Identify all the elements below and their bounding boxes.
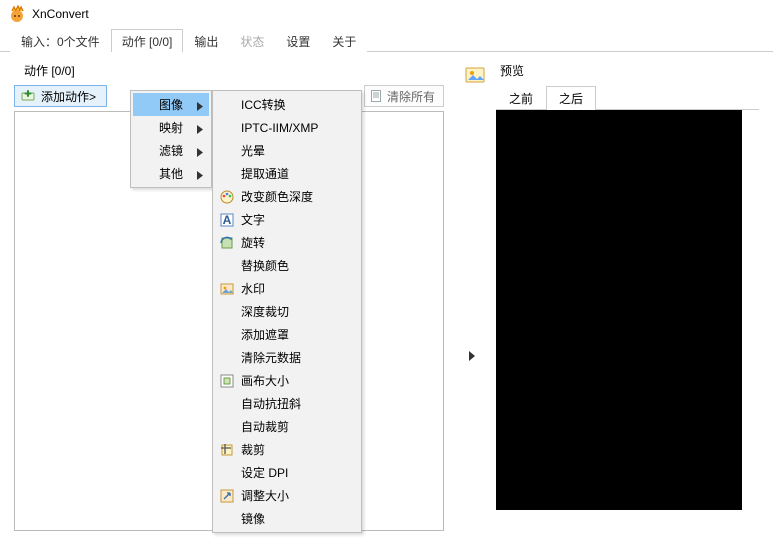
- tab-settings[interactable]: 设置: [275, 29, 321, 52]
- menu-item-label: 深度裁切: [241, 303, 289, 320]
- preview-canvas: [496, 110, 742, 510]
- chevron-right-icon: [197, 169, 203, 183]
- image-menu-item[interactable]: 改变颜色深度: [215, 185, 359, 208]
- image-menu-item[interactable]: 旋转: [215, 231, 359, 254]
- menu-item-label: 提取通道: [241, 165, 289, 182]
- image-menu-item[interactable]: 调整大小: [215, 484, 359, 507]
- image-menu-item[interactable]: 提取通道: [215, 162, 359, 185]
- svg-text:A: A: [223, 213, 232, 227]
- main-tabs: 输入：0个文件 动作 [0/0] 输出 状态 设置 关于: [0, 28, 773, 52]
- image-menu-item[interactable]: 设定 DPI: [215, 461, 359, 484]
- text-icon: A: [219, 212, 235, 228]
- menu-item-label: 自动裁剪: [241, 418, 289, 435]
- image-menu-item[interactable]: 自动裁剪: [215, 415, 359, 438]
- palette-icon: [219, 189, 235, 205]
- image-menu-item[interactable]: 光晕: [215, 139, 359, 162]
- tab-output[interactable]: 输出: [183, 29, 229, 52]
- image-submenu: ICC转换 IPTC-IIM/XMP 光晕提取通道改变颜色深度 A 文字旋转替换颜色水印…: [212, 90, 362, 533]
- menu-item-label: 旋转: [241, 234, 265, 251]
- menu-item-label: 水印: [241, 280, 265, 297]
- app-title: XnConvert: [32, 7, 89, 21]
- rotate-icon: [219, 235, 235, 251]
- menu-item-label: ICC转换: [241, 96, 286, 113]
- menu-item-label: 清除元数据: [241, 349, 301, 366]
- image-menu-item[interactable]: 清除元数据: [215, 346, 359, 369]
- menu-item-label: 文字: [241, 211, 265, 228]
- menu-item-label: 画布大小: [241, 372, 289, 389]
- menu-item-label: 改变颜色深度: [241, 188, 313, 205]
- preview-icon: [464, 64, 486, 86]
- resize-icon: [219, 488, 235, 504]
- canvas-icon: [219, 373, 235, 389]
- image-menu-item[interactable]: 替换颜色: [215, 254, 359, 277]
- menu-filter[interactable]: 滤镜: [133, 139, 209, 162]
- expand-arrow-icon[interactable]: [468, 350, 476, 365]
- watermark-icon: [219, 281, 235, 297]
- image-menu-item[interactable]: 画布大小: [215, 369, 359, 392]
- image-menu-item[interactable]: 深度裁切: [215, 300, 359, 323]
- chevron-right-icon: [197, 146, 203, 160]
- menu-item-label: 添加遮罩: [241, 326, 289, 343]
- tab-input[interactable]: 输入：0个文件: [10, 29, 111, 52]
- tab-actions[interactable]: 动作 [0/0]: [111, 29, 184, 52]
- clear-all-label: 清除所有: [387, 88, 435, 105]
- crop-icon: [219, 442, 235, 458]
- menu-item-label: 调整大小: [241, 487, 289, 504]
- image-menu-item[interactable]: 自动抗扭斜: [215, 392, 359, 415]
- add-action-button[interactable]: 添加动作>: [14, 85, 107, 107]
- image-menu-item[interactable]: 裁剪: [215, 438, 359, 461]
- chevron-right-icon: [197, 100, 203, 114]
- plus-icon: [21, 89, 35, 103]
- menu-item-label: 设定 DPI: [241, 464, 288, 481]
- image-menu-item[interactable]: IPTC-IIM/XMP: [215, 116, 359, 139]
- preview-tabs: 之前 之后: [496, 85, 759, 110]
- menu-item-label: 光晕: [241, 142, 265, 159]
- clear-all-button[interactable]: 清除所有: [364, 85, 444, 107]
- tab-before[interactable]: 之前: [496, 86, 546, 110]
- menu-mapping[interactable]: 映射: [133, 116, 209, 139]
- image-menu-item[interactable]: 镜像: [215, 507, 359, 530]
- menu-other[interactable]: 其他: [133, 162, 209, 185]
- actions-group-label: 动作 [0/0]: [24, 62, 444, 79]
- tab-after[interactable]: 之后: [546, 86, 596, 110]
- image-menu-item[interactable]: A 文字: [215, 208, 359, 231]
- add-action-label: 添加动作>: [41, 88, 96, 105]
- add-action-menu: 图像 映射 滤镜 其他: [130, 90, 212, 188]
- image-menu-item[interactable]: 添加遮罩: [215, 323, 359, 346]
- menu-item-label: IPTC-IIM/XMP: [241, 121, 318, 135]
- menu-item-label: 自动抗扭斜: [241, 395, 301, 412]
- tab-status: 状态: [229, 29, 275, 52]
- app-icon: [8, 5, 26, 23]
- menu-image[interactable]: 图像: [133, 93, 209, 116]
- menu-item-label: 镜像: [241, 510, 265, 527]
- chevron-right-icon: [197, 123, 203, 137]
- title-bar: XnConvert: [0, 0, 773, 28]
- page-icon: [369, 89, 383, 103]
- tab-about[interactable]: 关于: [321, 29, 367, 52]
- menu-item-label: 替换颜色: [241, 257, 289, 274]
- image-menu-item[interactable]: ICC转换: [215, 93, 359, 116]
- preview-title: 预览: [496, 62, 759, 79]
- image-menu-item[interactable]: 水印: [215, 277, 359, 300]
- menu-item-label: 裁剪: [241, 441, 265, 458]
